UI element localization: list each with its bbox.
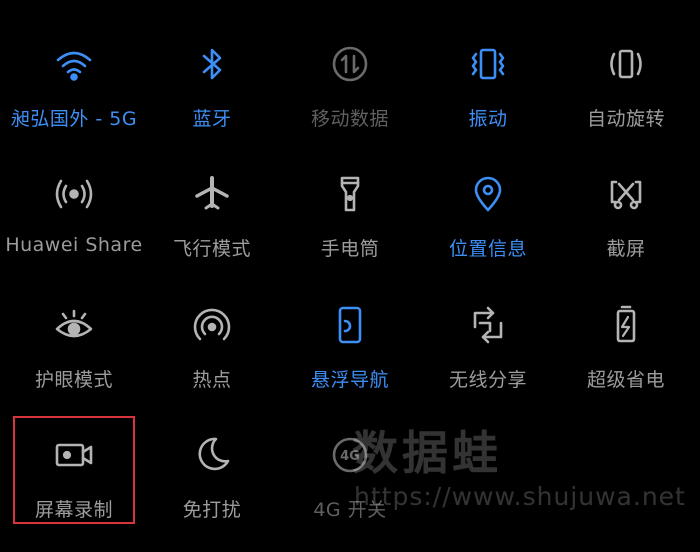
vibrate-icon <box>466 42 510 86</box>
airplane-mode-label: 飞行模式 <box>172 238 251 260</box>
mobile-data-toggle[interactable]: 移动数据 <box>281 30 419 160</box>
mobile-data-label: 移动数据 <box>310 108 389 130</box>
screenshot-button[interactable]: 截屏 <box>557 160 695 290</box>
auto-rotate-icon <box>604 42 648 86</box>
screenshot-label: 截屏 <box>606 238 646 260</box>
power-saving-toggle[interactable]: 超级省电 <box>557 291 695 421</box>
vibrate-toggle[interactable]: 振动 <box>419 30 557 160</box>
location-toggle[interactable]: 位置信息 <box>419 160 557 290</box>
floating-nav-icon <box>328 303 372 347</box>
do-not-disturb-label: 免打扰 <box>182 499 242 521</box>
location-icon <box>466 172 510 216</box>
power-saving-label: 超级省电 <box>586 369 665 391</box>
hotspot-icon <box>190 303 234 347</box>
screenshot-icon <box>604 172 648 216</box>
flashlight-label: 手电筒 <box>320 238 380 260</box>
auto-rotate-label: 自动旋转 <box>586 108 665 130</box>
wireless-share-label: 无线分享 <box>448 369 527 391</box>
bluetooth-toggle[interactable]: 蓝牙 <box>143 30 281 160</box>
floating-nav-label: 悬浮导航 <box>310 369 389 391</box>
eye-comfort-toggle[interactable]: 护眼模式 <box>5 291 143 421</box>
eye-comfort-label: 护眼模式 <box>34 369 113 391</box>
huawei-share-toggle[interactable]: Huawei Share <box>5 160 143 290</box>
mobile-data-icon <box>328 42 372 86</box>
do-not-disturb-icon <box>190 433 234 477</box>
hotspot-label: 热点 <box>192 369 232 391</box>
airplane-icon <box>190 172 234 216</box>
eye-comfort-icon <box>52 303 96 347</box>
vibrate-label: 振动 <box>468 108 508 130</box>
wifi-toggle[interactable]: 昶弘国外 - 5G <box>5 30 143 160</box>
screen-record-button[interactable]: 屏幕录制 <box>5 421 143 551</box>
flashlight-toggle[interactable]: 手电筒 <box>281 160 419 290</box>
floating-nav-toggle[interactable]: 悬浮导航 <box>281 291 419 421</box>
svg-text:4G: 4G <box>340 449 360 464</box>
bluetooth-label: 蓝牙 <box>192 108 232 130</box>
4g-label: 4G 开关 <box>313 499 387 521</box>
wireless-share-toggle[interactable]: 无线分享 <box>419 291 557 421</box>
bluetooth-icon <box>190 42 234 86</box>
flashlight-icon <box>328 172 372 216</box>
screen-record-label: 屏幕录制 <box>34 499 113 521</box>
wireless-share-icon <box>466 303 510 347</box>
location-label: 位置信息 <box>448 238 527 260</box>
wifi-icon <box>52 42 96 86</box>
huawei-share-icon <box>52 172 96 216</box>
do-not-disturb-toggle[interactable]: 免打扰 <box>143 421 281 551</box>
quick-settings-grid: 昶弘国外 - 5G 蓝牙 移动数据 振动 自动旋转 Huawei Share 飞… <box>0 0 700 552</box>
4g-toggle[interactable]: 4G 4G 开关 <box>281 421 419 551</box>
wifi-label: 昶弘国外 - 5G <box>10 108 138 130</box>
auto-rotate-toggle[interactable]: 自动旋转 <box>557 30 695 160</box>
4g-icon: 4G <box>328 433 372 477</box>
airplane-mode-toggle[interactable]: 飞行模式 <box>143 160 281 290</box>
hotspot-toggle[interactable]: 热点 <box>143 291 281 421</box>
huawei-share-label: Huawei Share <box>5 234 143 256</box>
power-saving-icon <box>604 303 648 347</box>
screen-record-icon <box>52 433 96 477</box>
